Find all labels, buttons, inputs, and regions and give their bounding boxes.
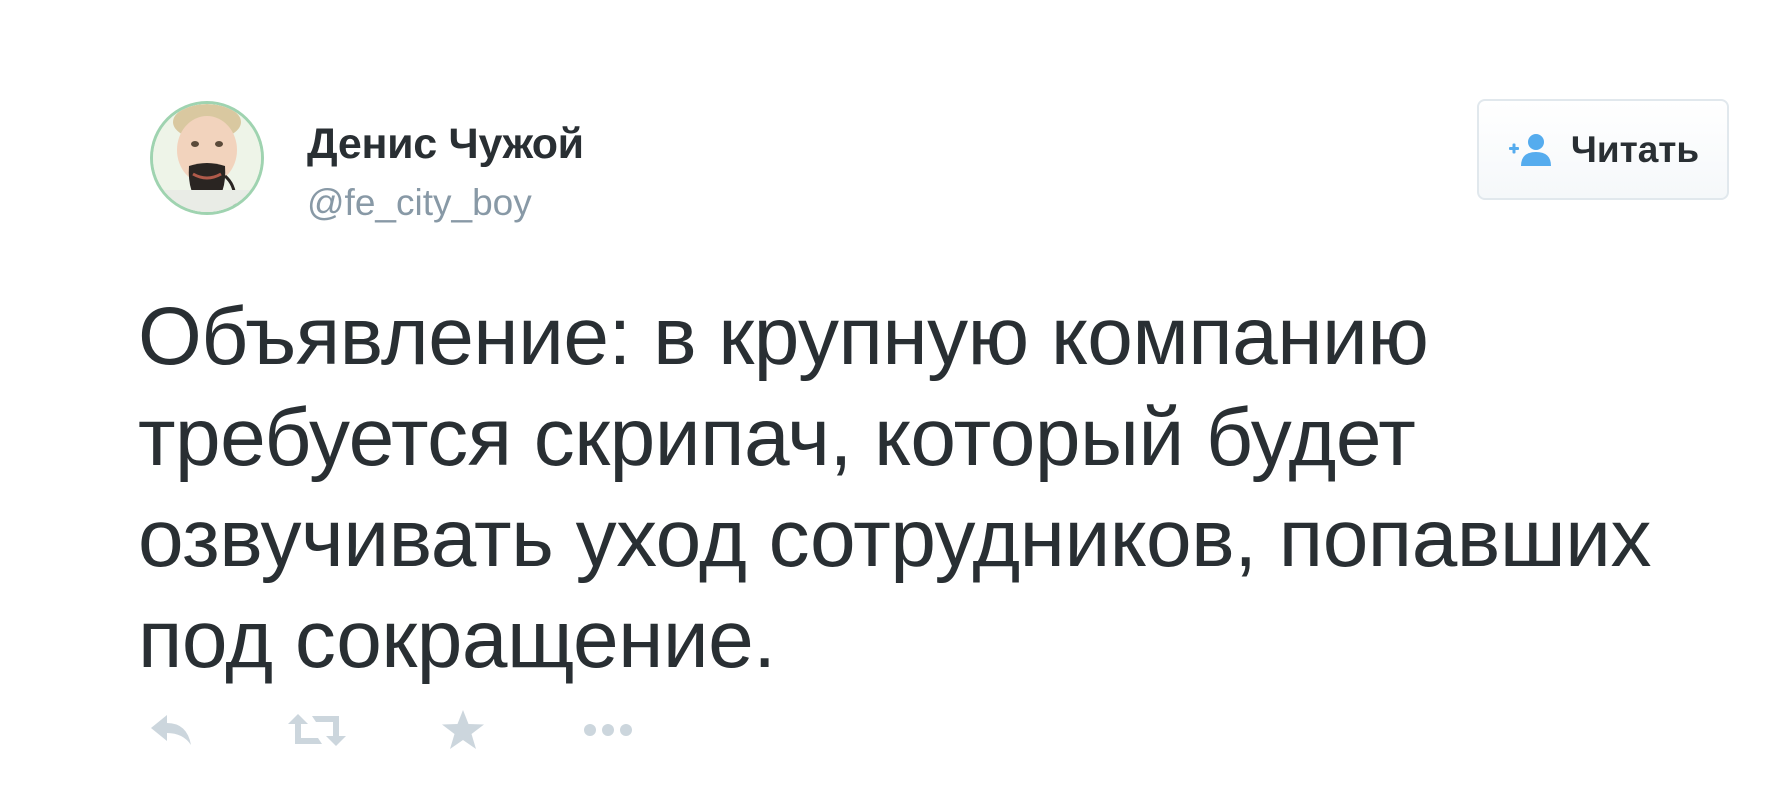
author-avatar[interactable]	[153, 104, 261, 212]
retweet-icon	[288, 714, 346, 746]
author-name[interactable]: Денис Чужой	[307, 120, 584, 169]
tweet-text-line: требуется скрипач, который будет	[138, 392, 1416, 483]
reply-button[interactable]	[142, 706, 202, 754]
retweet-button[interactable]	[287, 706, 347, 754]
more-button[interactable]	[578, 706, 638, 754]
follow-button[interactable]: Читать	[1477, 99, 1729, 200]
add-user-icon	[1507, 132, 1553, 168]
tweet-text: Объявление: в крупную компанию требуется…	[138, 286, 1698, 690]
tweet-text-line: Объявление: в крупную компанию	[138, 291, 1429, 382]
tweet-text-line: озвучивать уход сотрудников, попавших	[138, 493, 1651, 584]
author-handle[interactable]: @fe_city_boy	[307, 182, 532, 224]
more-dots-icon	[584, 724, 632, 736]
tweet-text-line: под сокращение.	[138, 594, 776, 685]
tweet-card: Денис Чужой @fe_city_boy Читать Объявлен…	[0, 0, 1780, 800]
favorite-button[interactable]	[433, 706, 493, 754]
user-photo-icon	[153, 104, 261, 212]
favorite-star-icon	[442, 710, 484, 749]
follow-button-label: Читать	[1570, 128, 1700, 170]
reply-icon	[151, 715, 191, 745]
